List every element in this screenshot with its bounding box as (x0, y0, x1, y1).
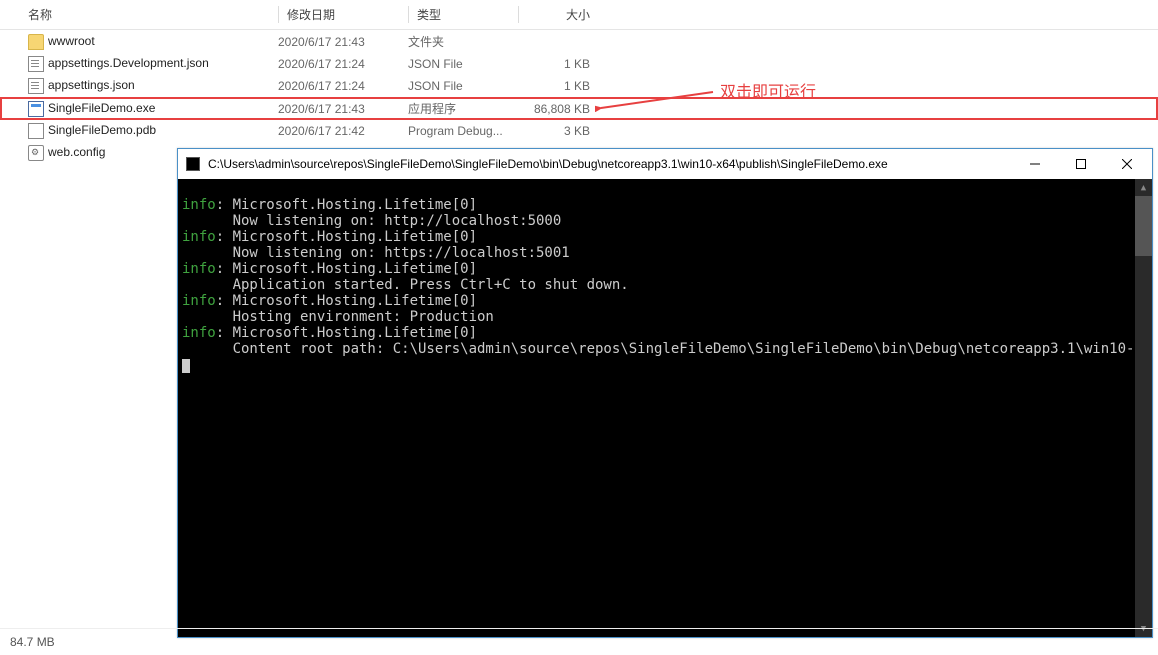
file-size: 3 KB (518, 124, 598, 138)
file-date: 2020/6/17 21:43 (278, 102, 408, 116)
console-cursor (182, 359, 190, 373)
pdb-icon (28, 123, 44, 139)
file-row[interactable]: wwwroot 2020/6/17 21:43文件夹 (0, 30, 1158, 53)
maximize-button[interactable] (1058, 149, 1104, 179)
file-row[interactable]: appsettings.json 2020/6/17 21:24JSON File… (0, 75, 1158, 97)
file-size: 1 KB (518, 79, 598, 93)
annotation-arrow (595, 88, 715, 112)
file-type: JSON File (408, 57, 518, 71)
console-app-icon (186, 157, 200, 171)
console-scrollbar[interactable]: ▲ ▼ (1135, 179, 1152, 637)
file-name: wwwroot (48, 34, 95, 48)
close-button[interactable] (1104, 149, 1150, 179)
folder-icon (28, 34, 44, 50)
window-controls (1012, 149, 1150, 179)
file-explorer-list: 名称 修改日期 类型 大小 wwwroot2020/6/17 21:43文件夹a… (0, 0, 1158, 164)
file-row[interactable]: appsettings.Development.json 2020/6/17 21… (0, 53, 1158, 75)
console-window: C:\Users\admin\source\repos\SingleFileDe… (177, 148, 1153, 638)
json-icon (28, 78, 44, 94)
col-header-name[interactable]: 名称 (28, 6, 278, 23)
file-type: Program Debug... (408, 124, 518, 138)
column-headers: 名称 修改日期 类型 大小 (0, 0, 1158, 30)
col-header-type[interactable]: 类型 (408, 6, 518, 23)
file-name: SingleFileDemo.exe (48, 101, 155, 115)
file-name: SingleFileDemo.pdb (48, 123, 156, 137)
file-name: appsettings.Development.json (48, 56, 209, 70)
scroll-up-icon[interactable]: ▲ (1135, 179, 1152, 196)
file-type: JSON File (408, 79, 518, 93)
file-date: 2020/6/17 21:24 (278, 79, 408, 93)
status-size: 84.7 MB (10, 635, 55, 649)
file-size: 86,808 KB (518, 102, 598, 116)
file-row[interactable]: SingleFileDemo.pdb 2020/6/17 21:42Program… (0, 120, 1158, 142)
annotation-text: 双击即可运行 (720, 78, 816, 102)
console-titlebar[interactable]: C:\Users\admin\source\repos\SingleFileDe… (178, 149, 1152, 179)
json-icon (28, 56, 44, 72)
file-date: 2020/6/17 21:42 (278, 124, 408, 138)
file-name: web.config (48, 145, 105, 159)
file-size: 1 KB (518, 57, 598, 71)
status-bar: 84.7 MB (0, 628, 1158, 655)
file-row[interactable]: SingleFileDemo.exe 2020/6/17 21:43应用程序86,… (0, 97, 1158, 120)
console-title-text: C:\Users\admin\source\repos\SingleFileDe… (208, 157, 1012, 171)
console-output[interactable]: info: Microsoft.Hosting.Lifetime[0] Now … (178, 179, 1152, 637)
file-type: 文件夹 (408, 33, 518, 50)
minimize-button[interactable] (1012, 149, 1058, 179)
col-header-date[interactable]: 修改日期 (278, 6, 408, 23)
exe-icon (28, 101, 44, 117)
file-name: appsettings.json (48, 78, 135, 92)
config-icon (28, 145, 44, 161)
file-date: 2020/6/17 21:43 (278, 35, 408, 49)
file-type: 应用程序 (408, 100, 518, 117)
file-date: 2020/6/17 21:24 (278, 57, 408, 71)
scroll-thumb[interactable] (1135, 196, 1152, 256)
col-header-size[interactable]: 大小 (518, 6, 598, 23)
